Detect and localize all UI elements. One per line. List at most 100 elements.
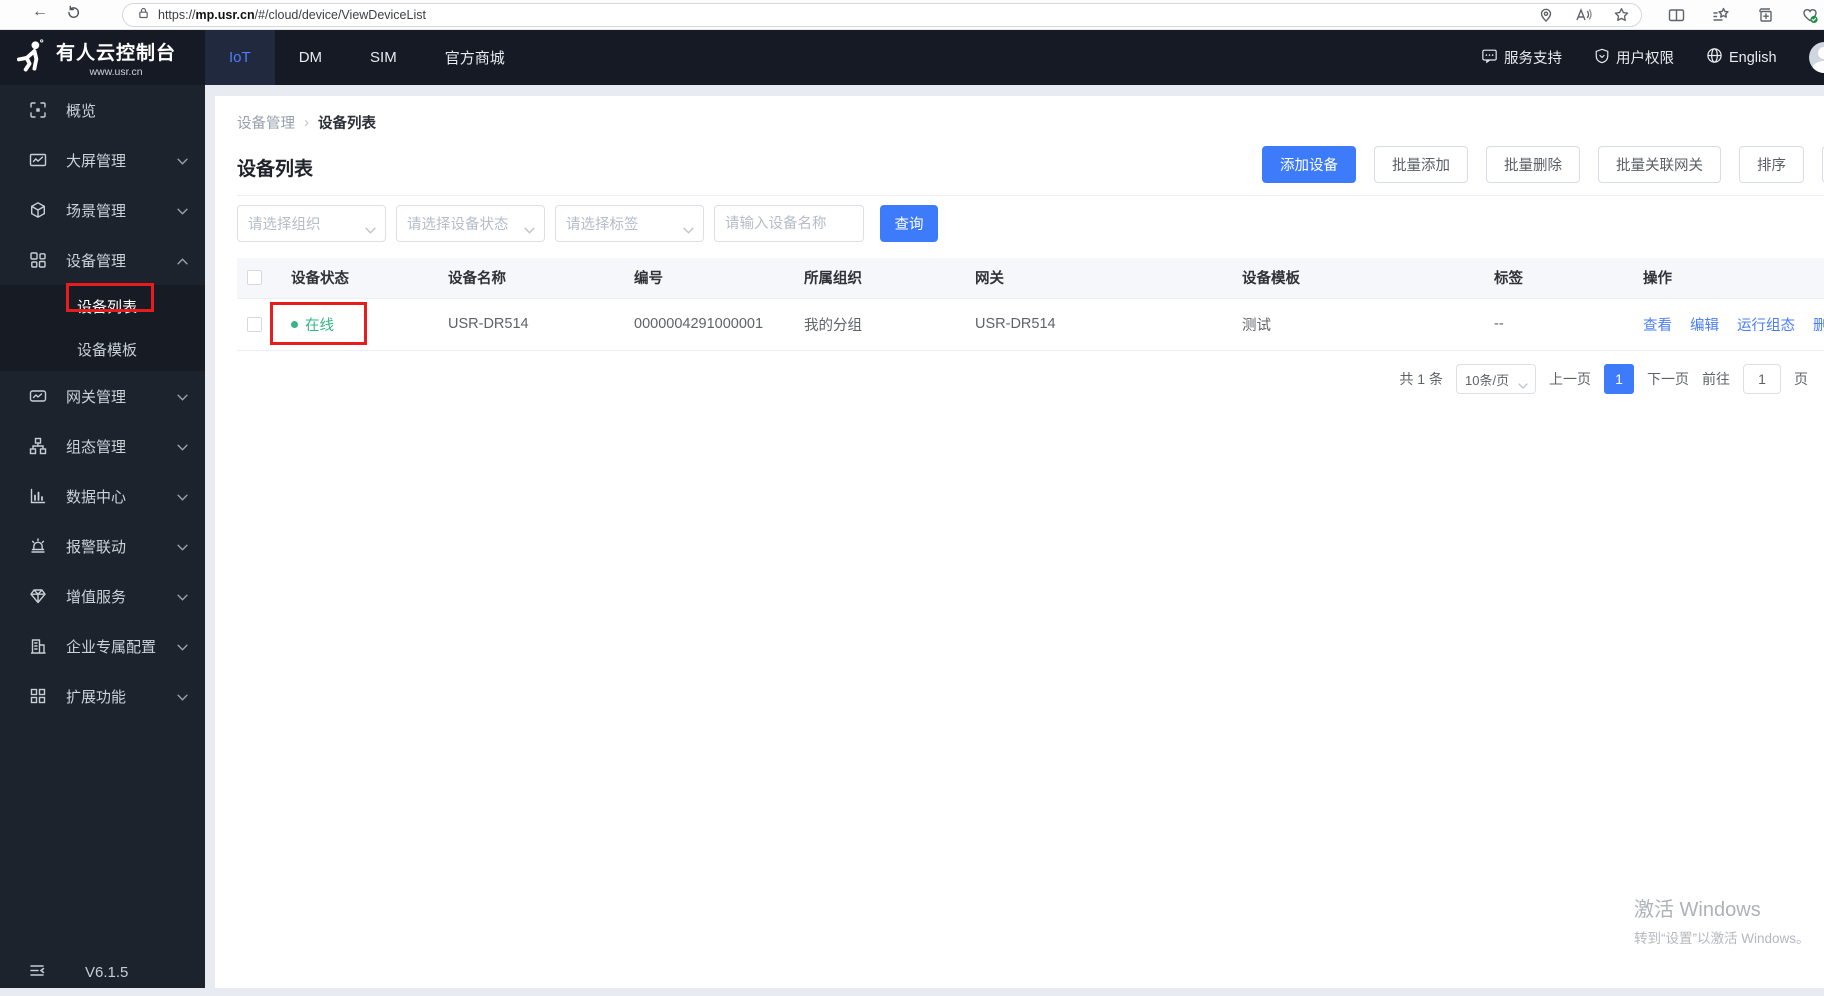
sidebar-item-label: 概览 [66, 102, 97, 120]
goto-label: 前往 [1702, 371, 1730, 387]
version-label: V6.1.5 [85, 963, 129, 981]
cell-device-name: USR-DR514 [438, 298, 624, 351]
sidebar-item-label: 报警联动 [66, 538, 127, 556]
favorite-star-icon[interactable] [1613, 7, 1630, 23]
chevron-down-icon [177, 538, 188, 555]
delete-link[interactable]: 删除 [1813, 314, 1824, 335]
sidebar-item-gateway-mgmt[interactable]: 网关管理 [0, 371, 205, 421]
language-label: English [1729, 49, 1777, 66]
sidebar-item-device-mgmt[interactable]: 设备管理 [0, 235, 205, 285]
batch-link-gateway-button[interactable]: 批量关联网关 [1598, 146, 1721, 183]
sidebar-item-data-center[interactable]: 数据中心 [0, 471, 205, 521]
sidebar-item-label: 扩展功能 [66, 688, 127, 706]
chevron-down-icon [177, 388, 188, 405]
batch-delete-button[interactable]: 批量删除 [1486, 146, 1580, 183]
language-switch[interactable]: English [1706, 47, 1777, 68]
page-unit-label: 页 [1794, 371, 1808, 387]
tab-sim[interactable]: SIM [346, 30, 421, 85]
query-button[interactable]: 查询 [880, 205, 938, 242]
chevron-up-icon [177, 252, 188, 269]
collections-icon[interactable] [1757, 7, 1774, 23]
device-grid-icon [29, 251, 47, 269]
select-all-checkbox[interactable] [247, 270, 262, 286]
sidebar-item-label: 网关管理 [66, 388, 127, 406]
device-mgmt-submenu: 设备列表 设备模板 [0, 285, 205, 371]
edit-link[interactable]: 编辑 [1690, 314, 1719, 335]
sidebar-item-value-added[interactable]: 增值服务 [0, 571, 205, 621]
run-config-link[interactable]: 运行组态 [1737, 314, 1795, 335]
content-card: 设备管理 › 设备列表 设备列表 添加设备 批量添加 批量删除 批量关联网关 排… [215, 96, 1824, 988]
overview-icon [29, 101, 47, 119]
favorites-bar-icon[interactable] [1712, 7, 1730, 23]
collapse-sidebar-icon[interactable] [29, 963, 46, 982]
shield-icon [1594, 48, 1610, 68]
squares-grid-icon [29, 687, 47, 705]
sidebar-item-overview[interactable]: 概览 [0, 85, 205, 135]
view-link[interactable]: 查看 [1643, 314, 1672, 335]
user-avatar[interactable] [1808, 42, 1824, 73]
goto-page-input[interactable] [1743, 364, 1781, 394]
browser-refresh-icon[interactable] [66, 5, 81, 25]
col-gateway: 网关 [965, 258, 1232, 299]
sidebar-item-label: 场景管理 [66, 202, 127, 220]
chevron-down-icon [365, 221, 376, 239]
col-device-status: 设备状态 [281, 258, 438, 299]
add-device-button[interactable]: 添加设备 [1262, 146, 1356, 183]
title-divider [237, 195, 1824, 196]
app-title: 有人云控制台 [56, 42, 177, 64]
org-select-placeholder: 请选择组织 [248, 217, 321, 233]
sort-button[interactable]: 排序 [1739, 146, 1804, 183]
read-aloud-icon[interactable] [1575, 7, 1592, 23]
address-bar[interactable]: https://mp.usr.cn/#/cloud/device/ViewDev… [122, 3, 1642, 27]
device-name-input[interactable] [714, 205, 864, 242]
bar-chart-icon [29, 487, 47, 505]
tab-dm[interactable]: DM [275, 30, 346, 85]
next-page-button[interactable]: 下一页 [1647, 369, 1689, 389]
sidebar-item-label: 组态管理 [66, 438, 127, 456]
col-device-name: 设备名称 [438, 258, 624, 299]
user-permission[interactable]: 用户权限 [1594, 47, 1674, 68]
current-page-button[interactable]: 1 [1604, 364, 1634, 394]
browser-back-icon[interactable]: ← [32, 3, 48, 21]
chevron-down-icon [177, 638, 188, 655]
status-badge: 在线 [291, 314, 438, 335]
url-text[interactable]: https://mp.usr.cn/#/cloud/device/ViewDev… [158, 8, 426, 22]
row-checkbox[interactable] [247, 316, 262, 332]
building-icon [29, 637, 47, 655]
breadcrumb-current: 设备列表 [318, 116, 376, 132]
user-permission-label: 用户权限 [1616, 51, 1674, 67]
sidebar-item-extensions[interactable]: 扩展功能 [0, 671, 205, 721]
watermark-line2: 转到“设置”以激活 Windows。 [1634, 931, 1810, 946]
chevron-down-icon [177, 438, 188, 455]
sidebar-item-label: 增值服务 [66, 588, 127, 606]
app-logo[interactable]: 有人云控制台 www.usr.cn [0, 30, 205, 85]
batch-add-button[interactable]: 批量添加 [1374, 146, 1468, 183]
breadcrumb-parent[interactable]: 设备管理 [237, 112, 295, 133]
device-status-select[interactable]: 请选择设备状态 [396, 205, 545, 242]
prev-page-button[interactable]: 上一页 [1549, 369, 1591, 389]
globe-icon [1706, 47, 1723, 68]
sidebar-item-label: 数据中心 [66, 488, 127, 506]
org-select[interactable]: 请选择组织 [237, 205, 386, 242]
location-icon[interactable] [1538, 7, 1554, 23]
browser-essentials-icon[interactable] [1801, 7, 1819, 24]
sidebar-item-screen-mgmt[interactable]: 大屏管理 [0, 135, 205, 185]
big-screen-icon [29, 151, 47, 169]
tab-iot[interactable]: IoT [205, 30, 275, 85]
col-template: 设备模板 [1232, 258, 1484, 299]
sidebar-item-enterprise-config[interactable]: 企业专属配置 [0, 621, 205, 671]
chevron-down-icon [177, 202, 188, 219]
gateway-icon [29, 387, 47, 405]
tab-mall[interactable]: 官方商城 [421, 30, 529, 85]
site-lock-icon[interactable] [137, 6, 150, 25]
sidebar-subitem-device-template[interactable]: 设备模板 [0, 328, 205, 371]
split-screen-icon[interactable] [1668, 7, 1685, 23]
sidebar-item-config-mgmt[interactable]: 组态管理 [0, 421, 205, 471]
sidebar-item-alarm-linkage[interactable]: 报警联动 [0, 521, 205, 571]
col-tag: 标签 [1484, 258, 1633, 299]
tag-select[interactable]: 请选择标签 [555, 205, 704, 242]
sidebar-item-scene-mgmt[interactable]: 场景管理 [0, 185, 205, 235]
service-support[interactable]: 服务支持 [1481, 47, 1562, 68]
sidebar-subitem-device-list[interactable]: 设备列表 [0, 285, 205, 328]
page-size-select[interactable]: 10条/页 [1456, 364, 1536, 394]
